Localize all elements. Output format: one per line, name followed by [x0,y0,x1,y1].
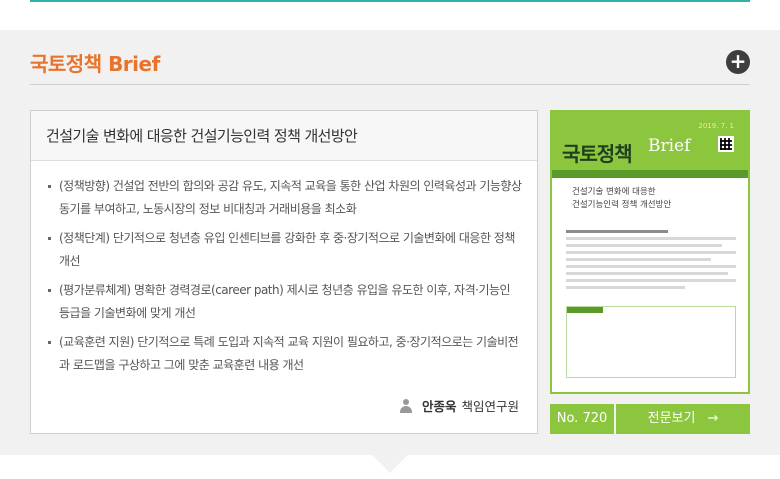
cover-issue-date: 2019. 7. 1 [698,122,734,130]
cover-title-english: Brief [648,136,691,156]
cover-summary-box [566,306,736,378]
view-full-label: 전문보기 [647,411,696,426]
issue-number: No. 720 [550,404,614,434]
cover-strip [552,170,748,178]
summary-list: (정책방향) 건설업 전반의 합의와 공감 유도, 지속적 교육을 통한 산업 … [31,161,537,377]
cover-text-line [566,265,736,268]
section-title: 국토정책 Brief [30,52,160,76]
plus-circle-icon[interactable]: + [726,50,750,74]
top-strip [0,0,780,30]
cover-subtitle: 건설기술 변화에 대응한 건설기능인력 정책 개선방안 [572,186,732,212]
cover-body-text [566,230,736,293]
cover-subtitle-line: 건설기술 변화에 대응한 [572,187,656,197]
brief-cover-image[interactable]: 2019. 7. 1 국토정책 Brief 건설기술 변화에 대응한 건설기능인… [550,110,750,394]
author: 안종욱 책임연구원 [399,396,519,415]
author-role: 책임연구원 [461,399,519,414]
cover-text-line [566,237,736,240]
cover-title-korean: 국토정책 [562,142,633,166]
top-divider [30,0,750,2]
article-card[interactable]: 건설기술 변화에 대응한 건설기능인력 정책 개선방안 (정책방향) 건설업 전… [30,110,538,434]
cover-text-line [566,258,711,261]
cover-subtitle-line: 건설기능인력 정책 개선방안 [572,200,672,210]
cover-text-line [566,279,736,282]
list-item: (평가분류체계) 명확한 경력경로(career path) 제시로 청년층 유… [46,279,523,325]
list-item: (정책방향) 건설업 전반의 합의와 공감 유도, 지속적 교육을 통한 산업 … [46,175,523,221]
cover-text-line [566,251,736,254]
cover-text-line [566,272,728,275]
list-item: (정책단계) 단기적으로 청년층 유입 인센티브를 강화한 후 중·장기적으로 … [46,227,523,273]
view-full-button[interactable]: 전문보기 → [616,404,750,434]
article-title[interactable]: 건설기술 변화에 대응한 건설기능인력 정책 개선방안 [31,111,537,161]
author-name: 안종욱 [421,399,457,414]
list-item: (교육훈련 지원) 단기적으로 특례 도입과 지속적 교육 지원이 필요하고, … [46,331,523,377]
cover-text-line [566,230,668,233]
section-divider [30,84,750,85]
cover-text-line [566,244,723,247]
cover-header: 2019. 7. 1 국토정책 Brief [552,112,748,170]
cover-text-line [566,286,685,289]
person-icon [399,398,412,413]
arrow-right-icon: → [707,411,719,426]
qr-code-icon [718,136,734,152]
cover-box-label [567,307,603,313]
down-pointer-icon [372,455,408,473]
